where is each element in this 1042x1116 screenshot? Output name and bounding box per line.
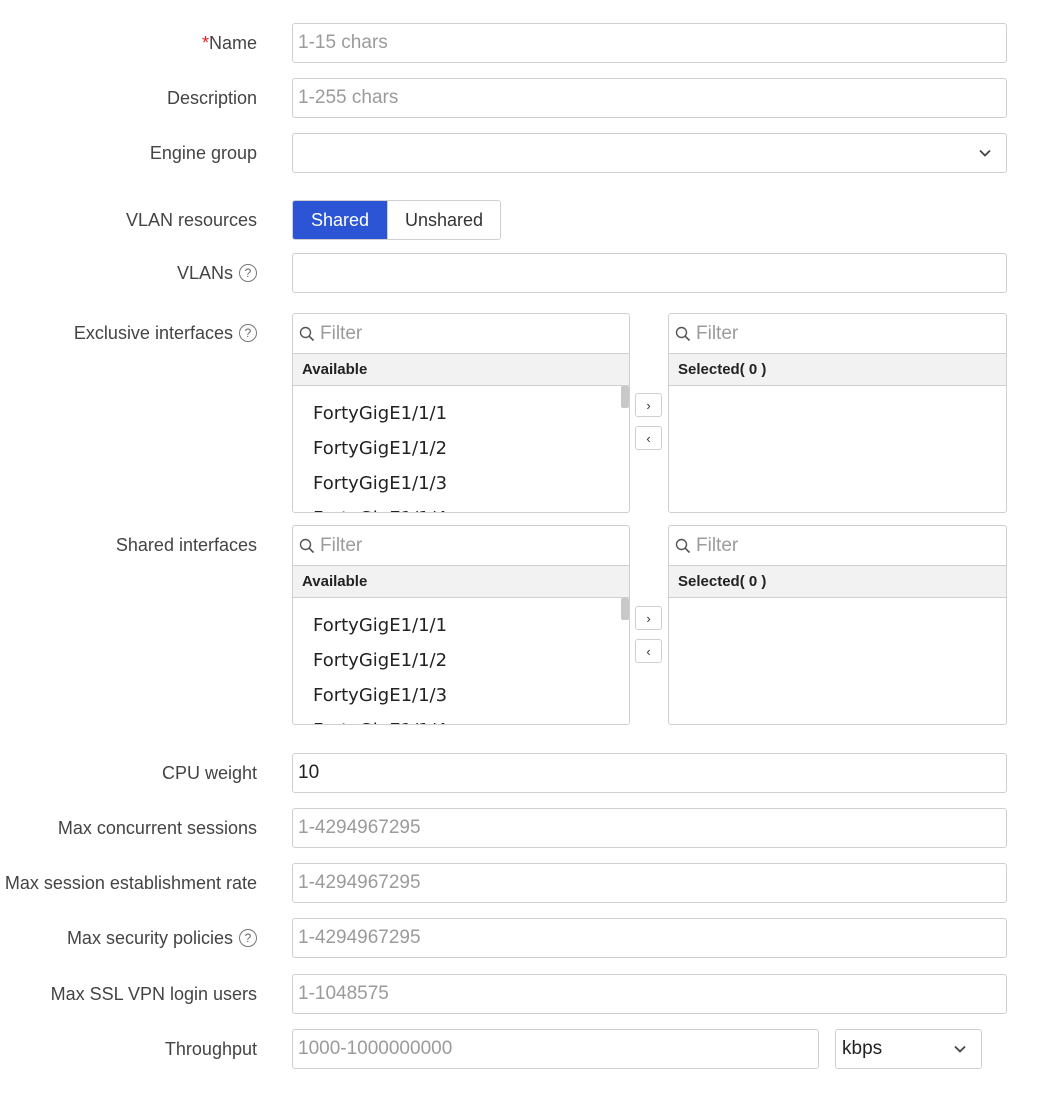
shared-selected-box: Selected( 0 ): [668, 525, 1007, 725]
list-item[interactable]: FortyGigE1/1/1: [293, 608, 629, 643]
shared-remove-button[interactable]: ‹: [635, 639, 662, 663]
list-item[interactable]: FortyGigE1/1/4: [293, 713, 629, 724]
max-concurrent-sessions-label: Max concurrent sessions: [57, 817, 257, 838]
search-icon: [299, 538, 315, 553]
description-input[interactable]: [292, 78, 1007, 118]
list-item[interactable]: FortyGigE1/1/3: [293, 466, 629, 501]
shared-selected-filter-input[interactable]: [694, 533, 974, 558]
throughput-input[interactable]: [292, 1029, 819, 1069]
shared-interfaces-label: Shared interfaces: [115, 534, 257, 555]
exclusive-remove-button[interactable]: ‹: [635, 426, 662, 450]
exclusive-selected-box: Selected( 0 ): [668, 313, 1007, 513]
list-item[interactable]: FortyGigE1/1/3: [293, 678, 629, 713]
shared-available-box: Available FortyGigE1/1/1 FortyGigE1/1/2 …: [292, 525, 630, 725]
required-mark: *: [201, 32, 209, 53]
exclusive-add-button[interactable]: ›: [635, 393, 662, 417]
vlans-input[interactable]: [292, 253, 1007, 293]
vlan-unshared-option[interactable]: Unshared: [387, 201, 500, 239]
list-item[interactable]: FortyGigE1/1/2: [293, 431, 629, 466]
shared-available-header: Available: [293, 566, 629, 598]
exclusive-available-filter-input[interactable]: [318, 321, 598, 346]
shared-selected-filter: [669, 526, 1006, 566]
vlan-resources-toggle: Shared Unshared: [292, 200, 501, 240]
scrollbar-thumb[interactable]: [621, 598, 629, 620]
name-input[interactable]: [292, 23, 1007, 63]
scrollbar-thumb[interactable]: [621, 386, 629, 408]
vlan-shared-option[interactable]: Shared: [293, 201, 388, 239]
shared-selected-list: [669, 598, 1006, 724]
exclusive-selected-filter-input[interactable]: [694, 321, 974, 346]
max-sslvpn-users-input[interactable]: [292, 974, 1007, 1014]
shared-add-button[interactable]: ›: [635, 606, 662, 630]
cpu-weight-label: CPU weight: [161, 762, 257, 783]
list-item[interactable]: FortyGigE1/1/4: [293, 501, 629, 512]
exclusive-available-header: Available: [293, 354, 629, 386]
max-concurrent-sessions-input[interactable]: [292, 808, 1007, 848]
vlans-label: VLANs ?: [177, 253, 257, 293]
max-session-rate-input[interactable]: [292, 863, 1007, 903]
max-session-rate-label: Max session establishment rate: [4, 872, 257, 893]
description-label: Description: [166, 87, 257, 108]
exclusive-selected-filter: [669, 314, 1006, 354]
shared-selected-header: Selected( 0 ): [669, 566, 1006, 598]
shared-available-filter: [293, 526, 629, 566]
exclusive-available-filter: [293, 314, 629, 354]
list-item[interactable]: FortyGigE1/1/1: [293, 396, 629, 431]
exclusive-interfaces-label: Exclusive interfaces ?: [74, 313, 257, 353]
chevron-down-icon: [979, 149, 991, 157]
name-label: * Name: [201, 32, 257, 53]
exclusive-selected-header: Selected( 0 ): [669, 354, 1006, 386]
help-icon[interactable]: ?: [239, 324, 257, 342]
cpu-weight-input[interactable]: [292, 753, 1007, 793]
throughput-unit-select[interactable]: kbps: [835, 1029, 982, 1069]
search-icon: [299, 326, 315, 341]
search-icon: [675, 538, 691, 553]
max-security-policies-input[interactable]: [292, 918, 1007, 958]
chevron-down-icon: [954, 1045, 966, 1053]
throughput-unit-value: kbps: [842, 1038, 883, 1059]
help-icon[interactable]: ?: [239, 264, 257, 282]
throughput-label: Throughput: [164, 1038, 257, 1059]
engine-group-select[interactable]: [292, 133, 1007, 173]
shared-available-list: FortyGigE1/1/1 FortyGigE1/1/2 FortyGigE1…: [293, 598, 629, 724]
help-icon[interactable]: ?: [239, 929, 257, 947]
list-item[interactable]: FortyGigE1/1/2: [293, 643, 629, 678]
engine-group-label: Engine group: [149, 142, 257, 163]
max-sslvpn-users-label: Max SSL VPN login users: [50, 983, 257, 1004]
exclusive-available-list: FortyGigE1/1/1 FortyGigE1/1/2 FortyGigE1…: [293, 386, 629, 512]
max-security-policies-label: Max security policies ?: [67, 918, 257, 958]
exclusive-available-box: Available FortyGigE1/1/1 FortyGigE1/1/2 …: [292, 313, 630, 513]
search-icon: [675, 326, 691, 341]
vlan-resources-label: VLAN resources: [125, 209, 257, 230]
exclusive-selected-list: [669, 386, 1006, 512]
shared-available-filter-input[interactable]: [318, 533, 598, 558]
